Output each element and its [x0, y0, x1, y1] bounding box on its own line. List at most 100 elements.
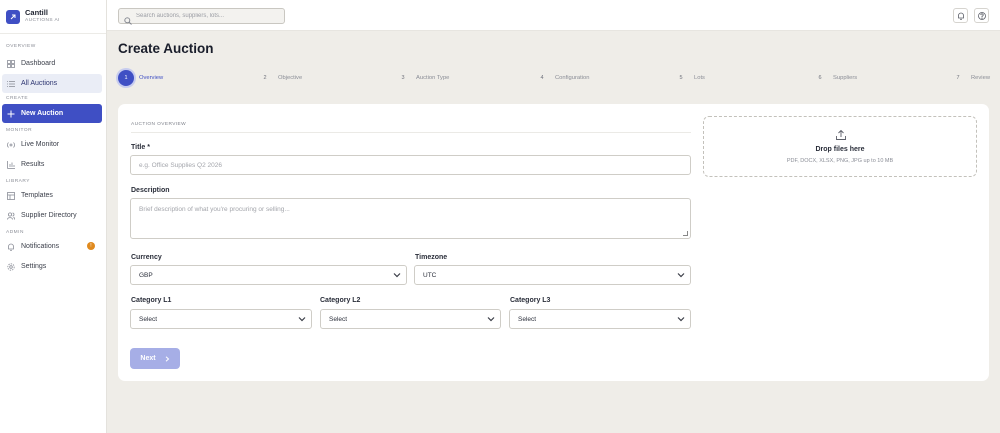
step-number: 6 [818, 75, 822, 81]
top-bar [107, 0, 1000, 31]
notification-badge: ! [87, 242, 95, 250]
step-lots[interactable]: 5 Lots [673, 70, 705, 86]
section-label-create: CREATE [6, 96, 29, 101]
bell-icon [957, 7, 965, 25]
upload-icon [835, 128, 847, 140]
sidebar-item-label: Live Monitor [21, 141, 60, 148]
step-label: Suppliers [833, 75, 858, 81]
description-field[interactable]: Brief description of what you're procuri… [130, 198, 691, 239]
sidebar-item-new-auction[interactable]: New Auction [2, 104, 102, 123]
help-icon [977, 7, 986, 25]
sidebar-item-label: Dashboard [21, 60, 56, 67]
step-label: Lots [694, 75, 705, 81]
stepper: 1 Overview 2 Objective 3 Auction Type 4 … [118, 70, 1000, 86]
step-number: 3 [401, 75, 405, 81]
currency-value: GBP [139, 271, 153, 279]
template-icon [7, 191, 15, 200]
category-l3-select[interactable]: Select [509, 309, 691, 329]
chevron-right-icon [164, 355, 170, 362]
title-label: Title * [131, 144, 150, 151]
description-placeholder: Brief description of what you're procuri… [139, 206, 290, 213]
dropzone-subtitle: PDF, DOCX, XLSX, PNG, JPG up to 10 MB [786, 158, 894, 164]
grid-icon [7, 59, 15, 68]
sidebar-item-label: Supplier Directory [21, 212, 77, 219]
category-l3-label: Category L3 [510, 297, 551, 304]
timezone-select[interactable]: UTC [414, 265, 691, 285]
sidebar-item-notifications[interactable]: Notifications ! [2, 237, 102, 256]
step-objective[interactable]: 2 Objective [257, 70, 302, 86]
list-icon [7, 80, 15, 88]
step-suppliers[interactable]: 6 Suppliers [812, 70, 857, 86]
search-input[interactable] [136, 13, 276, 19]
sidebar: Cantill AUCTIONS AI OVERVIEW Dashboard A… [0, 0, 107, 433]
next-button[interactable]: Next [130, 348, 180, 369]
category-l2-select[interactable]: Select [320, 309, 501, 329]
broadcast-icon [7, 141, 15, 149]
sidebar-item-live-monitor[interactable]: Live Monitor [2, 135, 102, 154]
title-field[interactable]: e.g. Office Supplies Q2 2026 [130, 155, 691, 175]
sidebar-item-settings[interactable]: Settings [2, 257, 102, 276]
category-l1-label: Category L1 [131, 297, 172, 304]
help-button[interactable] [974, 8, 989, 23]
page-title: Create Auction [118, 41, 214, 56]
sidebar-item-templates[interactable]: Templates [2, 186, 102, 205]
currency-select[interactable]: GBP [130, 265, 407, 285]
form-card: AUCTION OVERVIEW Title * e.g. Office Sup… [118, 104, 989, 381]
divider [131, 132, 691, 133]
currency-label: Currency [131, 254, 162, 261]
category-l2-value: Select [329, 315, 348, 323]
section-label-admin: ADMIN [6, 230, 24, 235]
step-label: Overview [139, 75, 164, 81]
logo-icon [6, 9, 20, 24]
chevron-down-icon [677, 316, 685, 322]
chevron-down-icon [677, 272, 685, 278]
step-overview[interactable]: 1 Overview [118, 70, 163, 86]
brand[interactable]: Cantill AUCTIONS AI [0, 0, 106, 34]
chevron-down-icon [487, 316, 495, 322]
gear-icon [7, 262, 15, 271]
next-label: Next [140, 355, 156, 362]
file-dropzone[interactable]: Drop files here PDF, DOCX, XLSX, PNG, JP… [703, 116, 977, 177]
notifications-button[interactable] [953, 8, 968, 23]
sidebar-item-all-auctions[interactable]: All Auctions [2, 74, 102, 93]
chevron-down-icon [393, 272, 401, 278]
section-label-library: LIBRARY [6, 179, 30, 184]
search-icon [124, 12, 132, 25]
chevron-down-icon [298, 316, 306, 322]
title-placeholder: e.g. Office Supplies Q2 2026 [139, 161, 222, 169]
sidebar-item-label: Results [21, 161, 45, 168]
brand-name: Cantill [25, 8, 48, 18]
sidebar-item-label: New Auction [21, 110, 64, 117]
section-label-monitor: MONITOR [6, 128, 33, 133]
sidebar-item-label: Notifications [21, 243, 60, 250]
sidebar-item-results[interactable]: Results [2, 155, 102, 174]
step-number: 5 [679, 75, 683, 81]
step-auction-type[interactable]: 3 Auction Type [395, 70, 449, 86]
step-label: Review [971, 75, 991, 81]
category-l1-select[interactable]: Select [130, 309, 312, 329]
category-l2-label: Category L2 [320, 297, 361, 304]
step-number: 7 [956, 75, 960, 81]
sidebar-item-label: Settings [21, 263, 47, 270]
step-number: 2 [263, 75, 267, 81]
sidebar-item-supplier-directory[interactable]: Supplier Directory [2, 206, 102, 225]
step-review[interactable]: 7 Review [950, 70, 990, 86]
step-label: Objective [278, 75, 303, 81]
step-number: 1 [118, 70, 134, 86]
dropzone-title: Drop files here [815, 146, 865, 153]
category-l1-value: Select [139, 315, 158, 323]
description-label: Description [131, 187, 170, 194]
plus-icon [7, 110, 15, 118]
sidebar-item-label: All Auctions [21, 80, 58, 87]
sidebar-item-label: Templates [21, 192, 53, 199]
resize-handle-icon[interactable] [683, 231, 688, 236]
step-configuration[interactable]: 4 Configuration [534, 70, 589, 86]
timezone-label: Timezone [415, 254, 448, 261]
sidebar-item-dashboard[interactable]: Dashboard [2, 54, 102, 73]
timezone-value: UTC [423, 271, 437, 279]
brand-subtitle: AUCTIONS AI [25, 17, 60, 23]
search-box[interactable] [118, 8, 285, 25]
step-label: Auction Type [416, 75, 450, 81]
bell-icon [7, 243, 15, 251]
users-icon [7, 211, 15, 220]
